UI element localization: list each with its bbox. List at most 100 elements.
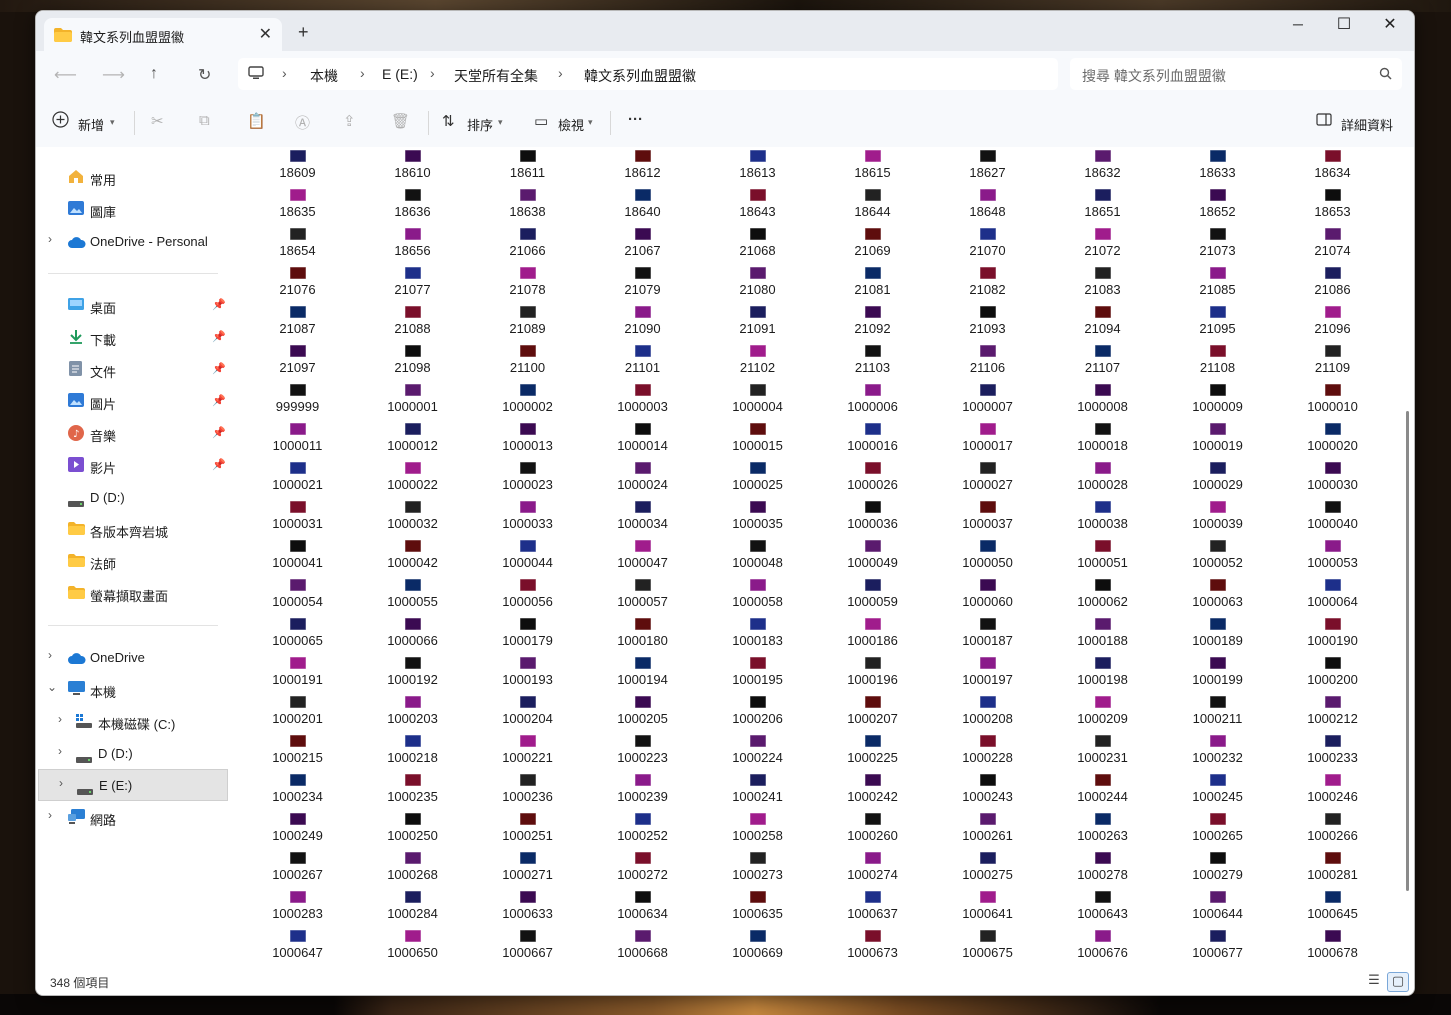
file-item[interactable]: 1000244 [1045,771,1160,810]
sidebar-item-desktop[interactable]: 桌面 📌 [36,290,230,320]
sidebar-item-folder[interactable]: 法師 [36,546,230,576]
file-item[interactable]: 1000673 [815,927,930,966]
file-item[interactable]: 1000030 [1275,459,1390,498]
breadcrumb-this-pc[interactable]: 本機 [310,66,338,86]
pin-icon[interactable]: 📌 [212,394,226,407]
file-item[interactable]: 21078 [470,264,585,303]
file-item[interactable]: 1000252 [585,810,700,849]
file-item[interactable]: 1000678 [1275,927,1390,966]
refresh-icon[interactable]: ↻ [198,65,211,85]
file-item[interactable]: 1000206 [700,693,815,732]
breadcrumb-current-folder[interactable]: 韓文系列血盟盟徽 [584,66,696,86]
file-item[interactable]: 1000040 [1275,498,1390,537]
chevron-right-icon[interactable]: › [59,776,63,790]
details-view-icon[interactable]: ☰ [1364,972,1384,990]
file-item[interactable]: 1000189 [1160,615,1275,654]
file-item[interactable]: 1000022 [355,459,470,498]
address-bar[interactable]: › 本機 › E (E:) › 天堂所有全集 › 韓文系列血盟盟徽 [238,58,1058,90]
file-item[interactable]: 1000038 [1045,498,1160,537]
file-item[interactable]: 1000221 [470,732,585,771]
file-item[interactable]: 1000250 [355,810,470,849]
file-item[interactable]: 1000041 [240,537,355,576]
chevron-right-icon[interactable]: › [48,808,52,822]
file-item[interactable]: 1000180 [585,615,700,654]
file-item[interactable]: 1000204 [470,693,585,732]
file-item[interactable]: 1000053 [1275,537,1390,576]
file-item[interactable]: 1000263 [1045,810,1160,849]
sidebar-item-home[interactable]: 常用 [36,162,230,192]
file-item[interactable]: 1000016 [815,420,930,459]
file-item[interactable]: 1000283 [240,888,355,927]
file-item[interactable]: 21067 [585,225,700,264]
file-item[interactable]: 1000020 [1275,420,1390,459]
file-item[interactable]: 1000066 [355,615,470,654]
minimize-button[interactable]: ─ [1276,16,1320,32]
file-item[interactable]: 21079 [585,264,700,303]
sidebar-item-drive-d[interactable]: › D (D:) [36,738,230,768]
file-item[interactable]: 1000223 [585,732,700,771]
file-item[interactable]: 1000055 [355,576,470,615]
file-item[interactable]: 21069 [815,225,930,264]
file-item[interactable]: 1000260 [815,810,930,849]
file-item[interactable]: 1000056 [470,576,585,615]
file-item[interactable]: 18640 [585,186,700,225]
file-item[interactable]: 21093 [930,303,1045,342]
file-item[interactable]: 1000668 [585,927,700,966]
file-item[interactable]: 1000193 [470,654,585,693]
chevron-right-icon[interactable]: › [48,232,52,246]
copy-icon[interactable]: ⧉ [199,112,210,129]
chevron-right-icon[interactable]: › [58,712,62,726]
file-item[interactable]: 1000004 [700,381,815,420]
file-item[interactable]: 1000232 [1160,732,1275,771]
file-item[interactable]: 18638 [470,186,585,225]
file-item[interactable]: 1000251 [470,810,585,849]
file-item[interactable]: 1000258 [700,810,815,849]
file-item[interactable]: 21077 [355,264,470,303]
file-item[interactable]: 1000007 [930,381,1045,420]
file-item[interactable]: 21109 [1275,342,1390,381]
file-item[interactable]: 18653 [1275,186,1390,225]
file-item[interactable]: 1000241 [700,771,815,810]
file-item[interactable]: 1000279 [1160,849,1275,888]
file-item[interactable]: 1000637 [815,888,930,927]
file-item[interactable]: 1000025 [700,459,815,498]
file-item[interactable]: 1000267 [240,849,355,888]
file-item[interactable]: 21103 [815,342,930,381]
view-button[interactable]: 檢視 [558,115,584,134]
file-item[interactable]: 1000059 [815,576,930,615]
large-icons-view-icon[interactable]: ▢ [1387,972,1409,992]
file-item[interactable]: 1000060 [930,576,1045,615]
file-item[interactable]: 1000187 [930,615,1045,654]
file-item[interactable]: 1000032 [355,498,470,537]
file-item[interactable]: 18648 [930,186,1045,225]
file-item[interactable]: 1000033 [470,498,585,537]
file-item[interactable]: 1000014 [585,420,700,459]
sidebar-item-drive-c[interactable]: › 本機磁碟 (C:) [36,706,230,736]
new-tab-button[interactable]: + [298,22,309,43]
file-item[interactable]: 1000203 [355,693,470,732]
file-item[interactable]: 1000050 [930,537,1045,576]
file-item[interactable]: 1000057 [585,576,700,615]
file-item[interactable]: 1000215 [240,732,355,771]
file-item[interactable]: 18656 [355,225,470,264]
file-item[interactable]: 1000265 [1160,810,1275,849]
file-item[interactable]: 21087 [240,303,355,342]
file-item[interactable]: 1000278 [1045,849,1160,888]
file-item[interactable]: 1000012 [355,420,470,459]
file-item[interactable]: 1000196 [815,654,930,693]
file-item[interactable]: 21082 [930,264,1045,303]
sidebar-item-videos[interactable]: 影片 📌 [36,450,230,480]
file-item[interactable]: 1000058 [700,576,815,615]
file-item[interactable]: 1000272 [585,849,700,888]
file-item[interactable]: 1000035 [700,498,815,537]
more-options-button[interactable]: ··· [628,111,643,128]
file-item[interactable]: 1000644 [1160,888,1275,927]
forward-arrow-icon[interactable]: ⟶ [102,65,125,85]
file-item[interactable]: 1000024 [585,459,700,498]
file-item[interactable]: 21095 [1160,303,1275,342]
file-item[interactable]: 1000179 [470,615,585,654]
file-item[interactable]: 21088 [355,303,470,342]
file-item[interactable]: 1000010 [1275,381,1390,420]
file-item[interactable]: 1000028 [1045,459,1160,498]
file-item[interactable]: 1000186 [815,615,930,654]
